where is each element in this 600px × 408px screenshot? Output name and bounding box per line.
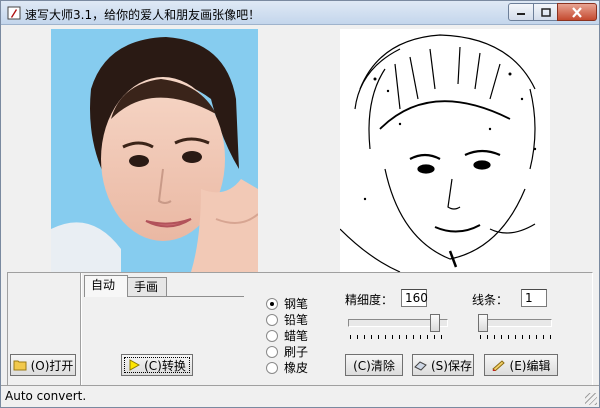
tool-radio-pen[interactable]: 钢笔 — [266, 295, 308, 312]
detail-slider-ticks — [350, 335, 448, 339]
line-slider-track[interactable] — [478, 319, 552, 327]
detail-field[interactable]: 160 — [401, 289, 428, 307]
folder-icon — [13, 360, 27, 371]
tool-radio-brush[interactable]: 刷子 — [266, 343, 308, 360]
line-field[interactable]: 1 — [521, 289, 547, 307]
maximize-button[interactable] — [533, 3, 558, 21]
tool-radio-eraser[interactable]: 橡皮 — [266, 359, 308, 376]
sketch-canvas[interactable] — [340, 29, 550, 272]
close-icon — [572, 6, 582, 18]
status-bar: Auto convert. — [1, 385, 599, 407]
detail-label: 精细度： — [345, 293, 394, 307]
status-text: Auto convert. — [5, 389, 87, 403]
portrait-photo-image — [51, 29, 258, 272]
close-button[interactable] — [557, 3, 597, 21]
tab-auto[interactable]: 自动 — [84, 275, 128, 297]
source-photo — [51, 29, 258, 272]
tab-manual[interactable]: 手画 — [127, 277, 167, 297]
save-icon — [414, 361, 427, 371]
edit-icon — [491, 360, 505, 371]
client-area: 手画 自动 (O)打开 (C)转换 钢笔 铅笔 蜡笔 刷子 橡皮 精细度： 16… — [7, 27, 593, 386]
edit-button-label: (E)编辑 — [509, 358, 551, 373]
title-bar[interactable]: 速写大师3.1，给你的爱人和朋友画张像吧！ — [1, 1, 599, 25]
tool-label: 铅笔 — [284, 313, 309, 327]
open-button[interactable]: (O)打开 — [10, 354, 76, 376]
convert-button[interactable]: (C)转换 — [121, 354, 193, 376]
sketch-image — [340, 29, 550, 272]
radio-dot — [266, 361, 278, 374]
convert-button-label: (C)转换 — [144, 358, 186, 373]
line-slider-thumb[interactable] — [478, 314, 488, 332]
radio-dot — [266, 313, 278, 326]
tab-manual-label: 手画 — [134, 280, 159, 294]
save-button-label: (S)保存 — [431, 358, 472, 373]
resize-grip[interactable] — [585, 393, 597, 405]
detail-slider-thumb[interactable] — [430, 314, 440, 332]
tool-radio-pencil[interactable]: 铅笔 — [266, 311, 308, 328]
radio-dot — [266, 297, 278, 310]
minimize-button[interactable] — [508, 3, 534, 21]
minimize-icon — [517, 13, 525, 15]
app-window: 速写大师3.1，给你的爱人和朋友画张像吧！ 手画 自动 (O)打开 (C)转换 … — [0, 0, 600, 408]
clear-button[interactable]: (C)清除 — [345, 354, 403, 376]
maximize-icon — [540, 7, 551, 17]
tab-auto-label: 自动 — [91, 278, 116, 292]
window-title: 速写大师3.1，给你的爱人和朋友画张像吧！ — [25, 8, 261, 22]
save-button[interactable]: (S)保存 — [412, 354, 474, 376]
play-arrow-icon — [129, 359, 141, 371]
clear-button-label: (C)清除 — [353, 358, 395, 373]
line-label: 线条： — [472, 293, 509, 307]
open-button-label: (O)打开 — [30, 358, 74, 373]
edit-button[interactable]: (E)编辑 — [484, 354, 558, 376]
radio-dot — [266, 345, 278, 358]
tool-label: 钢笔 — [284, 297, 309, 311]
tool-label: 蜡笔 — [284, 329, 309, 343]
radio-dot — [266, 329, 278, 342]
tool-label: 橡皮 — [284, 361, 309, 375]
line-slider-ticks — [480, 335, 552, 339]
tool-label: 刷子 — [284, 345, 309, 359]
tool-radio-crayon[interactable]: 蜡笔 — [266, 327, 308, 344]
control-panel: 手画 自动 (O)打开 (C)转换 钢笔 铅笔 蜡笔 刷子 橡皮 精细度： 16… — [7, 272, 593, 386]
app-icon — [7, 6, 21, 20]
